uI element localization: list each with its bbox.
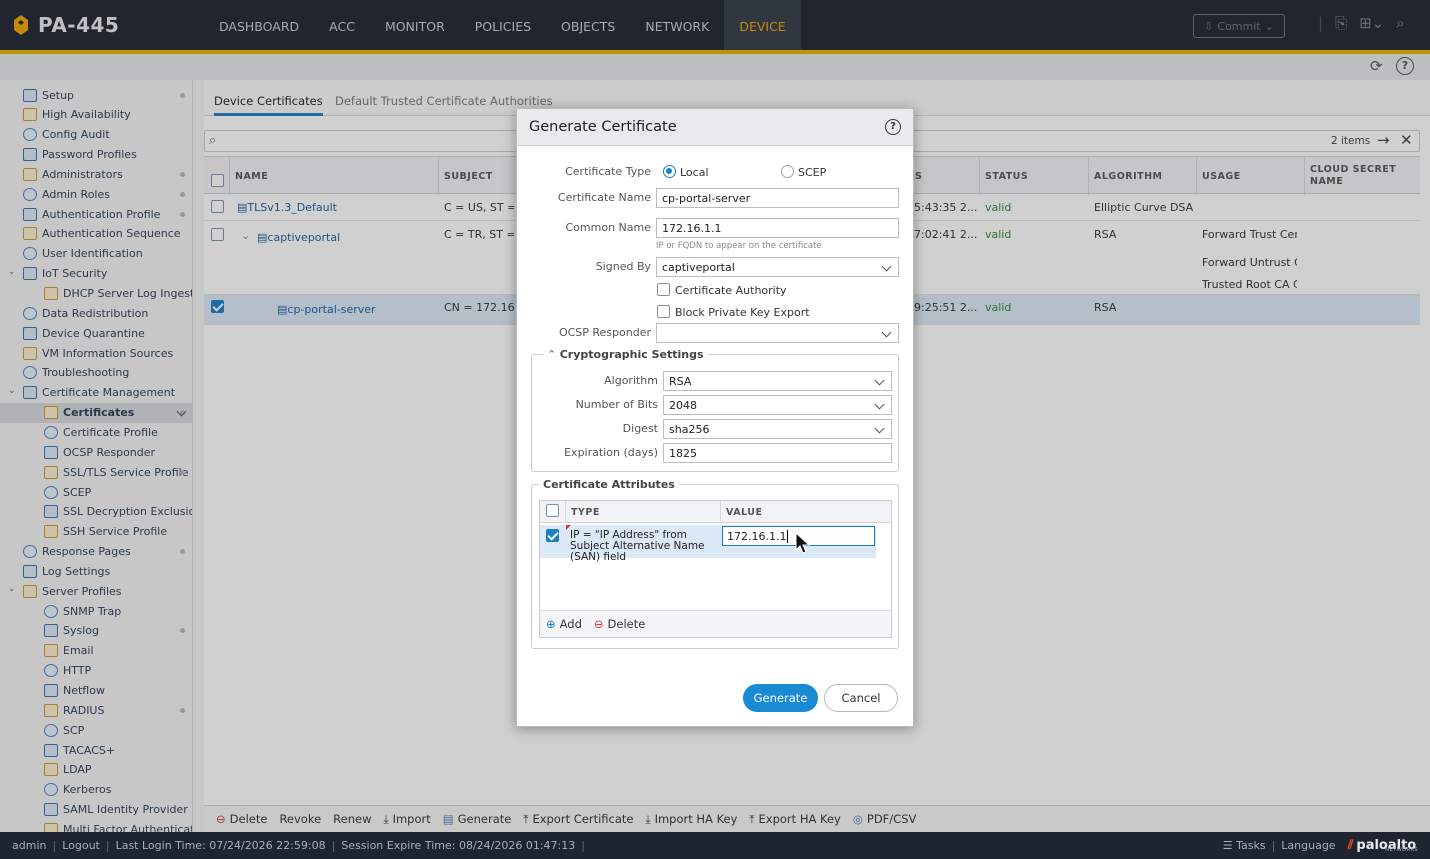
algorithm-select[interactable]: RSA [663, 371, 892, 391]
common-name-hint: IP or FQDN to appear on the certificate [656, 241, 822, 251]
last-login: Last Login Time: 07/24/2026 22:59:08 [115, 839, 326, 852]
add-attribute-button[interactable]: ⊕ Add [546, 617, 582, 631]
chevron-up-icon: ⌃ [547, 348, 560, 361]
logout-link[interactable]: Logout [56, 839, 106, 852]
add-icon: ⊕ [546, 617, 556, 631]
ocsp-label: OCSP Responder [558, 326, 651, 339]
generate-button[interactable]: Generate [743, 684, 818, 712]
algorithm-label: Algorithm [604, 374, 658, 387]
delete-icon: ⊖ [593, 617, 604, 631]
attributes-actions: ⊕ Add ⊖ Delete [540, 610, 891, 637]
col-type[interactable]: TYPE [565, 501, 720, 523]
common-name-label: Common Name [565, 221, 652, 234]
ocsp-responder-select[interactable] [656, 323, 899, 343]
attribute-row-checkbox[interactable] [546, 529, 559, 542]
col-value[interactable]: VALUE [720, 501, 875, 523]
signed-by-select[interactable]: captiveportal [656, 257, 899, 277]
mouse-pointer-icon [795, 532, 811, 554]
crypto-settings-legend[interactable]: ⌃ Cryptographic Settings [543, 348, 708, 361]
attributes-table: TYPE VALUE IP = "IP Address" from Subjec… [539, 500, 892, 638]
common-name-field[interactable]: 172.16.1.1 [656, 218, 899, 238]
bits-label: Number of Bits [575, 398, 658, 411]
attribute-row[interactable]: IP = "IP Address" from Subject Alternati… [540, 525, 876, 563]
attribute-type[interactable]: IP = "IP Address" from Subject Alternati… [570, 530, 718, 563]
block-key-export-checkbox[interactable] [657, 305, 670, 318]
generate-certificate-dialog: Generate Certificate ? Certificate Type … [516, 108, 914, 727]
attributes-header: TYPE VALUE [540, 501, 891, 523]
radio-scep[interactable] [781, 165, 794, 178]
delete-attribute-button[interactable]: ⊖ Delete [594, 617, 645, 631]
signed-by-label: Signed By [595, 260, 651, 273]
session-expire: Session Expire Time: 08/24/2026 01:47:13 [341, 839, 576, 852]
cert-attributes-legend: Certificate Attributes [539, 478, 679, 491]
radio-scep-label: SCEP [798, 166, 827, 179]
status-bar: admin | Logout | Last Login Time: 07/24/… [0, 832, 1430, 859]
divider: | [581, 839, 585, 852]
bits-select[interactable]: 2048 [663, 395, 892, 415]
dialog-title: Generate Certificate [529, 119, 677, 135]
language-link[interactable]: Language [1275, 839, 1341, 852]
select-all-attributes-checkbox[interactable] [546, 504, 559, 517]
cert-type-label: Certificate Type [565, 165, 651, 178]
cancel-button[interactable]: Cancel [824, 684, 898, 712]
expiration-label: Expiration (days) [564, 446, 658, 459]
radio-local[interactable] [663, 165, 676, 178]
current-user: admin [12, 839, 47, 852]
cert-name-label: Certificate Name [557, 191, 651, 204]
tasks-icon: ☰ [1222, 839, 1233, 852]
text-caret [787, 530, 789, 543]
digest-label: Digest [622, 422, 658, 435]
cert-name-field[interactable]: cp-portal-server [656, 188, 899, 208]
cert-authority-checkbox[interactable] [657, 283, 670, 296]
cert-authority-label: Certificate Authority [675, 284, 787, 297]
digest-select[interactable]: sha256 [663, 419, 892, 439]
tasks-link[interactable]: ☰ Tasks [1217, 839, 1272, 852]
brand-logo: ⫽ paloalto NETWORKS [1347, 838, 1418, 853]
dialog-header: Generate Certificate ? [517, 109, 913, 146]
help-icon[interactable]: ? [885, 119, 901, 135]
block-key-export-label: Block Private Key Export [675, 306, 810, 319]
paloalto-brand-icon: ⫽ [1347, 838, 1354, 853]
radio-local-label: Local [680, 166, 709, 179]
expiration-field[interactable]: 1825 [663, 443, 892, 463]
